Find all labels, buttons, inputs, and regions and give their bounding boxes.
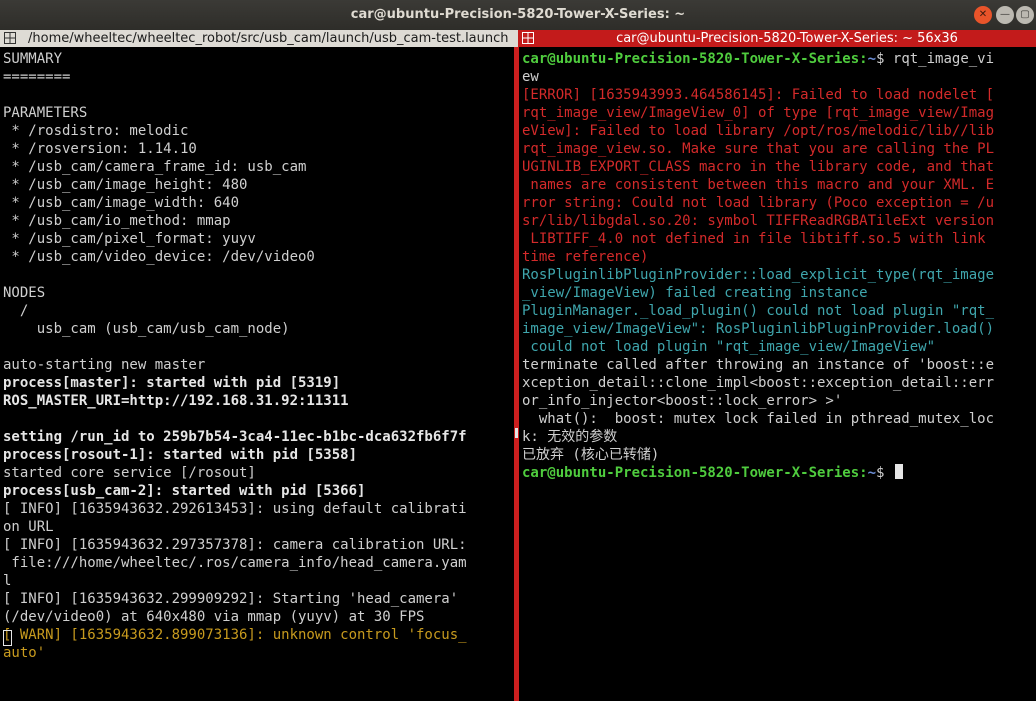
left-terminal-titlebar[interactable]: /home/wheeltec/wheeltec_robot/src/usb_ca…	[0, 30, 518, 47]
terminal-line: time reference)	[522, 249, 649, 265]
terminal-line: [ INFO] [1635943632.292613453]: using de…	[3, 501, 467, 517]
typed-command: rqt_image_vi	[892, 51, 995, 67]
minimize-window-button[interactable]: —	[996, 6, 1014, 24]
terminal-line: (/dev/video0) at 640x480 via mmap (yuyv)…	[3, 609, 425, 625]
terminal-line: * /usb_cam/io_method: mmap	[3, 213, 231, 229]
terminal-line: [ INFO] [1635943632.299909292]: Starting…	[3, 591, 459, 607]
terminal-line: NODES	[3, 285, 46, 301]
typed-command-wrap: ew	[522, 69, 539, 85]
terminal-line: UGINLIB_EXPORT_CLASS macro in the librar…	[522, 159, 995, 175]
terminal-line: on URL	[3, 519, 54, 535]
terminal-line: process[rosout-1]: started with pid [535…	[3, 447, 358, 463]
prompt-dollar: $	[876, 465, 893, 481]
terminal-line: process[master]: started with pid [5319]	[3, 375, 341, 391]
terminal-line: * /usb_cam/pixel_format: yuyv	[3, 231, 256, 247]
terminal-line: * /usb_cam/video_device: /dev/video0	[3, 249, 315, 265]
active-prompt-line[interactable]: car@ubuntu-Precision-5820-Tower-X-Series…	[522, 464, 994, 482]
terminal-line: process[usb_cam-2]: started with pid [53…	[3, 483, 366, 499]
terminal-line: * /rosdistro: melodic	[3, 123, 189, 139]
terminal-line: [ INFO] [1635943632.297357378]: camera c…	[3, 537, 467, 553]
prompt-path: ~	[867, 465, 877, 481]
terminal-line: RosPluginlibPluginProvider::load_explici…	[522, 267, 995, 283]
terminal-line: * /usb_cam/camera_frame_id: usb_cam	[3, 159, 307, 175]
prompt-dollar: $	[876, 51, 893, 67]
terminal-line: LIBTIFF_4.0 not defined in file libtiff.…	[522, 231, 986, 247]
terminal-line: /	[3, 303, 29, 319]
left-terminal-output: SUMMARY ======== PARAMETERS * /rosdistro: …	[3, 50, 467, 662]
right-terminal-titlebar[interactable]: car@ubuntu-Precision-5820-Tower-X-Series…	[518, 30, 1036, 47]
terminal-line: eView]: Failed to load library /opt/ros/…	[522, 123, 995, 139]
maximize-window-button[interactable]: ▢	[1016, 6, 1034, 24]
prompt-path: ~	[867, 51, 877, 67]
command-prompt-line: car@ubuntu-Precision-5820-Tower-X-Series…	[522, 50, 994, 68]
terminal-line: sr/lib/libgdal.so.20: symbol TIFFReadRGB…	[522, 213, 995, 229]
text-cursor	[894, 464, 903, 479]
prompt-separator: :	[859, 465, 868, 481]
prompt-user: car@ubuntu-Precision-5820-Tower-X-Series	[522, 51, 860, 67]
terminal-line: * /rosversion: 1.14.10	[3, 141, 197, 157]
window-titlebar[interactable]: car@ubuntu-Precision-5820-Tower-X-Series…	[0, 0, 1036, 30]
terminal-line: what(): boost: mutex lock failed in pthr…	[522, 411, 995, 427]
terminal-line: rqt_image_view.so. Make sure that you ar…	[522, 141, 995, 157]
terminal-line: rqt_image_view/ImageView_0] of type [rqt…	[522, 105, 995, 121]
terminal-line: auto-starting new master	[3, 357, 206, 373]
terminal-line: SUMMARY	[3, 51, 63, 67]
right-terminal-output: car@ubuntu-Precision-5820-Tower-X-Series…	[522, 50, 994, 482]
terminal-line: l	[3, 573, 12, 589]
prompt-separator: :	[859, 51, 868, 67]
terminal-line: auto'	[3, 645, 46, 661]
terminal-line: * /usb_cam/image_height: 480	[3, 177, 248, 193]
splitter-handle[interactable]	[515, 428, 518, 438]
terminal-line: [ WARN] [1635943632.899073136]: unknown …	[3, 627, 467, 643]
terminal-line: or_info_injector<boost::lock_error> >'	[522, 393, 843, 409]
terminal-line: names are consistent between this macro …	[522, 177, 995, 193]
terminal-line: could not load plugin "rqt_image_view/Im…	[522, 339, 936, 355]
terminator-window: car@ubuntu-Precision-5820-Tower-X-Series…	[0, 0, 1036, 701]
terminal-line: * /usb_cam/image_width: 640	[3, 195, 240, 211]
close-window-button[interactable]: ✕	[974, 6, 992, 24]
terminal-line: k: 无效的参数	[522, 429, 618, 445]
terminal-line: rror string: Could not load library (Poc…	[522, 195, 995, 211]
terminal-line: [ERROR] [1635943993.464586145]: Failed t…	[522, 87, 995, 103]
terminal-line: ROS_MASTER_URI=http://192.168.31.92:1131…	[3, 393, 349, 409]
terminal-line: setting /run_id to 259b7b54-3ca4-11ec-b1…	[3, 429, 467, 445]
right-terminal-title: car@ubuntu-Precision-5820-Tower-X-Series…	[616, 31, 958, 46]
terminal-line: xception_detail::clone_impl<boost::excep…	[522, 375, 995, 391]
terminal-line: image_view/ImageView": RosPluginlibPlugi…	[522, 321, 995, 337]
terminal-grid-icon[interactable]	[522, 32, 534, 44]
terminal-grid-icon[interactable]	[4, 32, 16, 44]
left-terminal-cursor	[3, 630, 12, 646]
terminal-line: ========	[3, 69, 71, 85]
terminal-line: 已放弃 (核心已转储)	[522, 447, 660, 463]
terminal-line: file:///home/wheeltec/.ros/camera_info/h…	[3, 555, 467, 571]
left-terminal-title: /home/wheeltec/wheeltec_robot/src/usb_ca…	[28, 31, 509, 46]
terminal-line: PARAMETERS	[3, 105, 88, 121]
terminal-line: PluginManager._load_plugin() could not l…	[522, 303, 995, 319]
terminal-line: terminate called after throwing an insta…	[522, 357, 995, 373]
prompt-user: car@ubuntu-Precision-5820-Tower-X-Series	[522, 465, 860, 481]
terminal-line: usb_cam (usb_cam/usb_cam_node)	[3, 321, 290, 337]
terminal-line: started core service [/rosout]	[3, 465, 256, 481]
window-title: car@ubuntu-Precision-5820-Tower-X-Series…	[350, 7, 686, 22]
right-terminal-pane[interactable]: car@ubuntu-Precision-5820-Tower-X-Series…	[519, 47, 1036, 701]
terminal-line: _view/ImageView) failed creating instanc…	[522, 285, 868, 301]
left-terminal-pane[interactable]: SUMMARY ======== PARAMETERS * /rosdistro: …	[0, 47, 514, 701]
